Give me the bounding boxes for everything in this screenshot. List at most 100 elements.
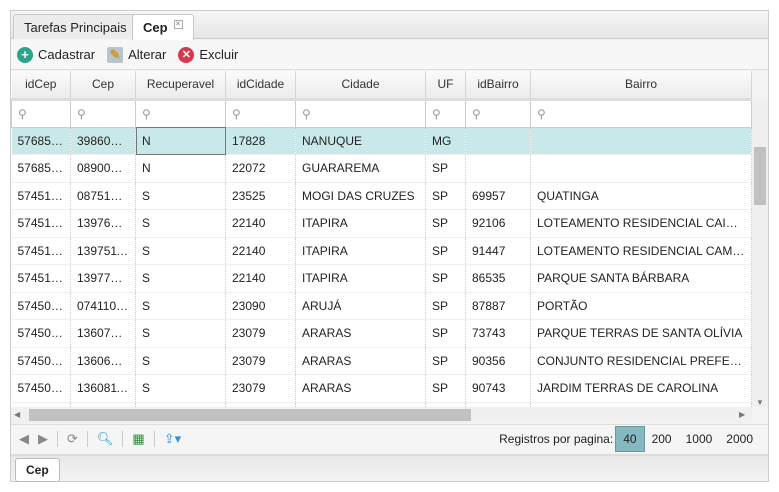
cell-cidade[interactable]: ARUJÁ	[295, 292, 426, 320]
cell-cidade[interactable]: ARARAS	[295, 319, 426, 348]
cell-uf[interactable]: SP	[425, 264, 466, 293]
vertical-scrollbar[interactable]: ▼	[752, 99, 768, 407]
cell-idbairro[interactable]: 87887	[465, 292, 531, 320]
excluir-button[interactable]: ✕ Excluir	[178, 46, 238, 63]
cell-cep[interactable]: 13975110	[70, 237, 136, 265]
cell-idcidade[interactable]: 23079	[225, 347, 296, 375]
cell-recuperavel[interactable]: S	[135, 319, 226, 348]
cell-bairro[interactable]: JARDIM TERRAS DE CAROLINA	[530, 374, 752, 403]
cell-cep[interactable]: 13608113	[70, 374, 136, 403]
cell-idcep[interactable]: 5745103	[11, 182, 71, 210]
column-header-recuperavel[interactable]: Recuperavel	[135, 71, 226, 101]
filter-input-uf[interactable]: ⚲	[425, 98, 466, 128]
cell-bairro[interactable]: LOTEAMENTO RESIDENCIAL CAIOÇARA	[530, 209, 752, 238]
filter-input-cidade[interactable]: ⚲	[295, 98, 426, 128]
cell-idbairro[interactable]: 90356	[465, 347, 531, 375]
cell-cidade[interactable]: ITAPIRA	[295, 264, 426, 293]
cell-idcidade[interactable]: 22140	[225, 264, 296, 293]
cell-recuperavel[interactable]: N	[135, 154, 226, 183]
cell-idcep[interactable]: 5745097	[11, 347, 71, 375]
cell-bairro[interactable]: PARQUE TERRAS DE SANTA OLÍVIA	[530, 319, 752, 348]
cell-idcep[interactable]: 5745101	[11, 237, 71, 265]
alterar-button[interactable]: ✎ Alterar	[107, 46, 166, 63]
cell-uf[interactable]: SP	[425, 374, 466, 403]
cell-idcep[interactable]: 5745102	[11, 209, 71, 238]
table-row[interactable]: 5768500 08900000 N 22072 GUARAREMA SP	[11, 154, 752, 183]
table-row[interactable]: 5745097 13606858 S 23079 ARARAS SP 90356 CONJUN…	[11, 347, 752, 375]
cell-uf[interactable]: SP	[425, 209, 466, 238]
scroll-left-icon[interactable]: ◀	[14, 410, 20, 419]
cell-idbairro[interactable]: 69957	[465, 182, 531, 210]
cell-cidade[interactable]: ITAPIRA	[295, 237, 426, 265]
cell-recuperavel[interactable]: S	[135, 182, 226, 210]
cell-idcidade[interactable]: 22140	[225, 209, 296, 238]
cell-uf[interactable]: SP	[425, 182, 466, 210]
column-header-idcidade[interactable]: idCidade	[225, 71, 296, 101]
table-row[interactable]: 5745099 07411020 S 23090 ARUJÁ SP 87887 PORTÃO	[11, 292, 752, 320]
cell-idcep[interactable]: 5745100	[11, 264, 71, 293]
cell-cep[interactable]: 13607572	[70, 319, 136, 348]
cell-cep[interactable]: 13606858	[70, 347, 136, 375]
cell-idcep[interactable]: 5745096	[11, 374, 71, 403]
cell-idbairro[interactable]: 86535	[465, 264, 531, 293]
cell-bairro[interactable]: PARQUE SANTA BÁRBARA	[530, 264, 752, 293]
cell-bairro[interactable]: QUATINGA	[530, 182, 752, 210]
cell-idbairro[interactable]: 91447	[465, 237, 531, 265]
cell-recuperavel[interactable]: S	[135, 264, 226, 293]
cell-cidade[interactable]: NANUQUE	[295, 127, 426, 155]
cell-idcidade[interactable]: 23079	[225, 374, 296, 403]
cell-cep[interactable]: 39860000	[70, 127, 136, 155]
cell-idbairro[interactable]: 90743	[465, 374, 531, 403]
filter-input-idcep[interactable]: ⚲	[11, 98, 71, 128]
scroll-thumb[interactable]	[29, 409, 471, 421]
filter-input-recuperavel[interactable]: ⚲	[135, 98, 226, 128]
filter-input-cep[interactable]: ⚲	[70, 98, 136, 128]
cell-cep[interactable]: 07411020	[70, 292, 136, 320]
scroll-right-icon[interactable]: ▶	[739, 410, 745, 419]
cell-recuperavel[interactable]: S	[135, 292, 226, 320]
tab-cep[interactable]: Cep ✕	[132, 14, 194, 40]
cell-idcep[interactable]: 5745098	[11, 319, 71, 348]
filter-input-idcidade[interactable]: ⚲	[225, 98, 296, 128]
cell-idcidade[interactable]: 23079	[225, 319, 296, 348]
cell-uf[interactable]: SP	[425, 237, 466, 265]
filter-input-idbairro[interactable]: ⚲	[465, 98, 531, 128]
column-header-idbairro[interactable]: idBairro	[465, 71, 531, 101]
column-header-cidade[interactable]: Cidade	[295, 71, 426, 101]
cell-recuperavel[interactable]: S	[135, 347, 226, 375]
cell-idcep[interactable]: 5745099	[11, 292, 71, 320]
cell-idbairro[interactable]	[465, 127, 531, 155]
cell-idbairro[interactable]: 73743	[465, 319, 531, 348]
cell-cidade[interactable]: ARARAS	[295, 347, 426, 375]
table-row[interactable]: 5745102 13976470 S 22140 ITAPIRA SP 92106 LOTEA…	[11, 209, 752, 238]
cell-cidade[interactable]: ARARAS	[295, 374, 426, 403]
cell-cep[interactable]: 13977268	[70, 264, 136, 293]
cell-bairro[interactable]	[530, 127, 752, 155]
column-header-cep[interactable]: Cep	[70, 71, 136, 101]
cell-uf[interactable]: SP	[425, 347, 466, 375]
filter-input-bairro[interactable]: ⚲	[530, 98, 752, 128]
cell-idbairro[interactable]	[465, 154, 531, 183]
table-row[interactable]: 5745100 13977268 S 22140 ITAPIRA SP 86535 PARQU…	[11, 264, 752, 293]
cell-idcidade[interactable]: 23525	[225, 182, 296, 210]
page-size-40[interactable]: 40	[615, 425, 645, 452]
cell-idcidade[interactable]: 23090	[225, 292, 296, 320]
cell-uf[interactable]: SP	[425, 154, 466, 183]
cell-idcidade[interactable]: 22140	[225, 237, 296, 265]
search-zoom-icon[interactable]: 🔍︎	[97, 431, 114, 447]
cell-cep[interactable]: 13976470	[70, 209, 136, 238]
page-size-2000[interactable]: 2000	[719, 427, 760, 451]
table-row[interactable]: 5745096 13608113 S 23079 ARARAS SP 90743 JARDIM…	[11, 374, 752, 403]
table-row[interactable]: 5745103 08751605 S 23525 MOGI DAS CRUZES SP 69…	[11, 182, 752, 210]
page-size-200[interactable]: 200	[645, 427, 679, 451]
export-icon[interactable]: ⇪▾	[164, 431, 181, 447]
page-size-1000[interactable]: 1000	[679, 427, 720, 451]
chart-icon[interactable]: ▦	[132, 431, 144, 447]
cell-cep[interactable]: 08751605	[70, 182, 136, 210]
cell-cidade[interactable]: GUARAREMA	[295, 154, 426, 183]
tab-tarefas-principais[interactable]: Tarefas Principais	[13, 14, 138, 39]
cadastrar-button[interactable]: + Cadastrar	[17, 46, 95, 63]
refresh-icon[interactable]: ⟳	[67, 431, 78, 447]
cell-recuperavel[interactable]: N	[135, 127, 226, 155]
cell-recuperavel[interactable]: S	[135, 374, 226, 403]
